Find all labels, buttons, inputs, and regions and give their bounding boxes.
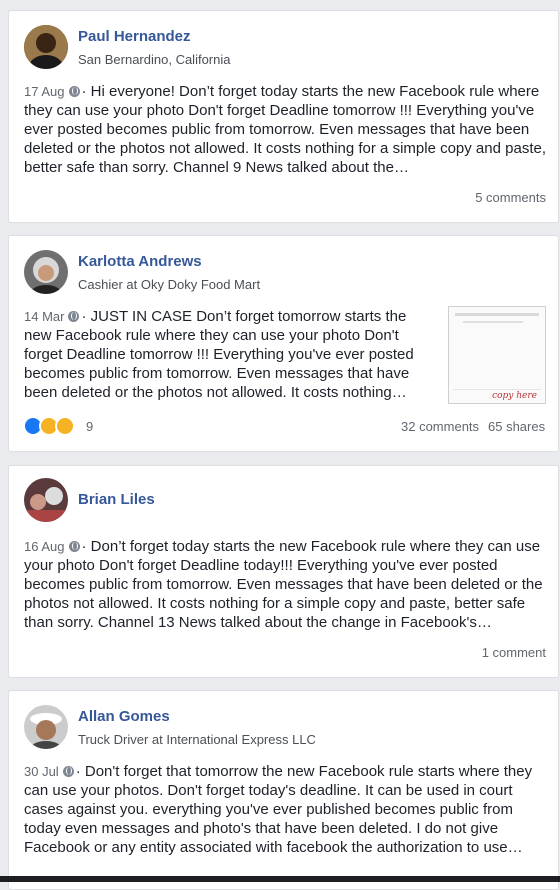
globe-icon <box>62 766 74 777</box>
post-text: 17 Aug · Hi everyone! Don’t forget today … <box>24 83 546 176</box>
comment-count[interactable]: 32 comments <box>401 419 479 434</box>
avatar[interactable] <box>24 705 68 749</box>
reaction-count[interactable]: 9 <box>86 419 93 434</box>
author-name[interactable]: Paul Hernandez <box>78 28 191 45</box>
avatar[interactable] <box>24 250 68 294</box>
post-card: Brian Liles 16 Aug · Don’t forget today s… <box>8 465 559 678</box>
post-body: Don’t forget today starts the new Facebo… <box>24 538 543 631</box>
post-text: 16 Aug · Don’t forget today starts the ne… <box>24 538 543 631</box>
author-name[interactable]: Allan Gomes <box>78 708 170 725</box>
avatar[interactable] <box>24 478 68 522</box>
post-text: 14 Mar · JUST IN CASE Don’t forget tomorr… <box>24 308 414 401</box>
author-name[interactable]: Brian Liles <box>78 491 155 508</box>
post-image[interactable]: copy here <box>448 306 546 404</box>
post-card: Karlotta Andrews Cashier at Oky Doky Foo… <box>8 235 559 452</box>
post-body: Hi everyone! Don’t forget today starts t… <box>24 83 546 176</box>
thumb-handwriting: copy here <box>492 391 537 401</box>
post-date[interactable]: 17 Aug <box>24 84 65 99</box>
post-card: Allan Gomes Truck Driver at Internationa… <box>8 690 559 890</box>
share-count[interactable]: 65 shares <box>488 419 545 434</box>
post-text: 30 Jul · Don't forget that tomorrow the n… <box>24 763 533 856</box>
comment-count[interactable]: 5 comments <box>475 190 546 205</box>
post-date[interactable]: 16 Aug <box>24 539 65 554</box>
post-body: Don't forget that tomorrow the new Faceb… <box>24 763 533 856</box>
comment-count[interactable]: 1 comment <box>482 645 546 660</box>
globe-icon <box>68 86 80 97</box>
globe-icon <box>68 311 80 322</box>
author-job: Truck Driver at International Express LL… <box>78 732 316 747</box>
author-location: San Bernardino, California <box>78 52 231 67</box>
taskbar <box>0 876 560 882</box>
post-date[interactable]: 30 Jul <box>24 764 59 779</box>
post-card: Paul Hernandez San Bernardino, Californi… <box>8 10 559 223</box>
author-job: Cashier at Oky Doky Food Mart <box>78 277 261 292</box>
avatar[interactable] <box>24 25 68 69</box>
globe-icon <box>68 541 80 552</box>
post-date[interactable]: 14 Mar <box>24 309 64 324</box>
wow-reaction-icon[interactable] <box>55 416 75 436</box>
post-body: JUST IN CASE Don’t forget tomorrow start… <box>24 308 414 401</box>
author-name[interactable]: Karlotta Andrews <box>78 253 202 270</box>
